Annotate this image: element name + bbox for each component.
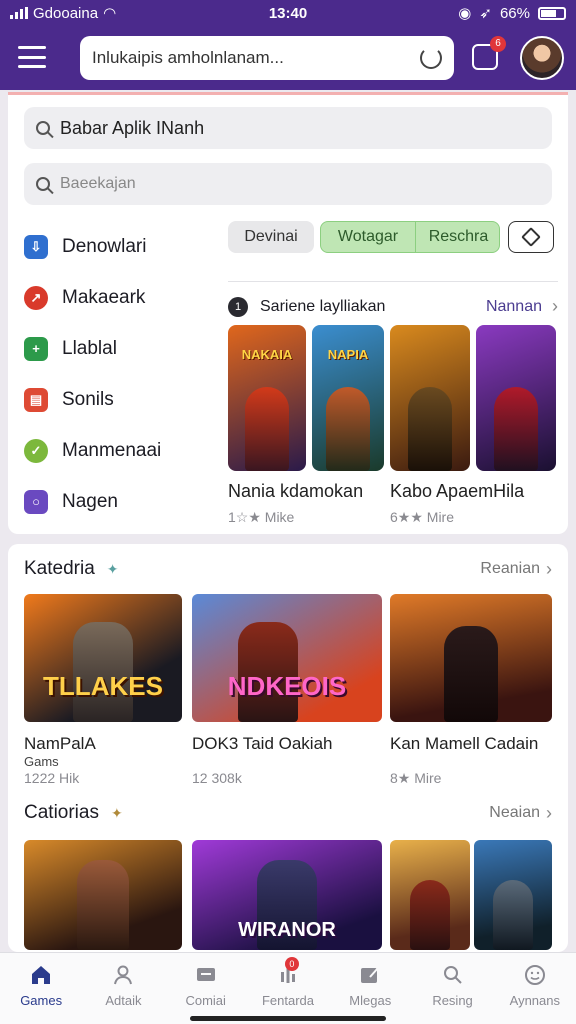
- tab-games[interactable]: Games: [0, 953, 82, 1024]
- carrier-label: Gdooaina: [33, 4, 99, 22]
- refresh-icon[interactable]: [420, 47, 442, 69]
- game-meta: 1222 Hik: [24, 770, 80, 786]
- section-title: Katedria: [24, 558, 95, 579]
- message-icon: [196, 968, 215, 981]
- status-bar: Gdooaina ◠ 13:40 ◉ ➶ 66%: [0, 0, 576, 26]
- top-search-input[interactable]: Inlukaipis amholnlanam...: [80, 36, 454, 80]
- game-banner[interactable]: [390, 840, 470, 950]
- tab-adtaik[interactable]: Adtaik: [82, 953, 164, 1024]
- wifi-icon: ◠: [103, 5, 117, 22]
- app-search-input[interactable]: Babar Aplik INanh: [24, 107, 552, 149]
- home-indicator: [190, 1016, 386, 1021]
- row-number: 1: [228, 296, 248, 317]
- category-list: ⇩ Denowlari ↗ Makaeark + Llablal ▤ Sonils ✓ M…: [24, 221, 224, 527]
- doc-icon: ▤: [24, 387, 48, 412]
- avatar[interactable]: [520, 36, 564, 80]
- game-title[interactable]: Nania kdamokan: [228, 481, 363, 502]
- category-item[interactable]: ↗ Makaeark: [24, 272, 224, 323]
- chevron-right-icon[interactable]: ›: [546, 803, 552, 824]
- game-banner[interactable]: NDKEOIS: [192, 594, 382, 722]
- game-tile[interactable]: [390, 325, 470, 471]
- category-item[interactable]: + Llablal: [24, 323, 224, 374]
- category-item[interactable]: ⇩ Denowlari: [24, 221, 224, 272]
- menu-icon[interactable]: [18, 46, 46, 68]
- battery-icon: [538, 6, 566, 20]
- chevron-right-icon[interactable]: ›: [546, 559, 552, 580]
- category-item[interactable]: ▤ Sonils: [24, 374, 224, 425]
- game-meta: 8★ Mire: [390, 770, 442, 786]
- game-tile[interactable]: NAKAIA: [228, 325, 306, 471]
- tab-mlegas[interactable]: Mlegas: [329, 953, 411, 1024]
- game-banner[interactable]: TLLAKES: [24, 594, 182, 722]
- game-tiles: NAKAIA NAPIA: [228, 325, 568, 471]
- tab-resing[interactable]: Resing: [411, 953, 493, 1024]
- game-caption: DOK3 Taid Oakiah: [192, 734, 333, 753]
- chart-icon: ↗: [24, 285, 48, 310]
- row-title: Sariene laylliakan: [260, 297, 386, 315]
- alarm-icon: ◉: [458, 5, 472, 22]
- section-row-header: 1 Sariene laylliakan Nannan ›: [228, 281, 558, 317]
- section-header: Katedria ✦ Reanian ›: [24, 558, 552, 580]
- location-icon: ➶: [479, 5, 492, 22]
- section-more-link[interactable]: Reanian: [480, 560, 540, 578]
- battery-percent: 66%: [499, 4, 530, 22]
- game-meta: 12 308k: [192, 770, 242, 786]
- tab-badge: 0: [284, 957, 299, 971]
- game-subcaption: Gams: [24, 754, 59, 769]
- section-title: Catiorias: [24, 802, 99, 823]
- game-title[interactable]: Kabo ApaemHila: [390, 481, 524, 502]
- signal-icon: [10, 7, 28, 19]
- search-heart-icon: [443, 966, 462, 984]
- tab-fentarda[interactable]: 0 Fentarda: [247, 953, 329, 1024]
- game-tile[interactable]: [476, 325, 556, 471]
- tab-comiai[interactable]: Comiai: [165, 953, 247, 1024]
- edit-icon: [361, 967, 380, 983]
- tag-button[interactable]: [508, 221, 554, 253]
- chip-devinai[interactable]: Devinai: [228, 221, 314, 253]
- game-meta: 1☆★ Mike: [228, 509, 295, 525]
- app-search-text: Babar Aplik INanh: [60, 117, 205, 138]
- content-card: Katedria ✦ Reanian › TLLAKES NDKEOIS Nam…: [8, 544, 568, 952]
- game-meta: 6★★ Mire: [390, 509, 454, 525]
- tag-icon: [521, 227, 541, 247]
- smile-icon: [524, 965, 545, 985]
- app-bar: Inlukaipis amholnlanam... 6: [0, 26, 576, 90]
- home-icon: [32, 966, 51, 984]
- game-banner[interactable]: [474, 840, 552, 950]
- chip-reschra[interactable]: Reschra: [416, 228, 501, 246]
- category-item[interactable]: ✓ Manmenaai: [24, 425, 224, 476]
- bottom-tab-bar: Games Adtaik Comiai 0 Fentarda Mlegas Re…: [0, 952, 576, 1024]
- plus-icon: +: [24, 336, 48, 361]
- secondary-search-input[interactable]: Baeekajan: [24, 163, 552, 205]
- filter-chips: Devinai Wotagar Reschra: [228, 221, 558, 255]
- section-header: Catiorias ✦ Neaian ›: [24, 802, 552, 824]
- chip-wotagar[interactable]: Wotagar: [321, 228, 415, 246]
- notification-badge: 6: [490, 36, 506, 52]
- game-tile[interactable]: NAPIA: [312, 325, 384, 471]
- section-more-link[interactable]: Neaian: [489, 804, 540, 822]
- chip-group: Wotagar Reschra: [320, 221, 500, 253]
- sparkle-icon: ✦: [110, 804, 123, 821]
- search-panel: Babar Aplik INanh Baeekajan ⇩ Denowlari ↗…: [8, 92, 568, 534]
- clock: 13:40: [268, 4, 308, 22]
- game-caption: Kan Mamell Cadain: [390, 734, 539, 753]
- secondary-search-placeholder: Baeekajan: [60, 175, 136, 192]
- game-banner[interactable]: WIRANOR: [192, 840, 382, 950]
- game-banner[interactable]: [390, 594, 552, 722]
- search-icon: [36, 121, 50, 135]
- game-caption: NamPalA: [24, 734, 96, 753]
- category-item[interactable]: ○ Nagen: [24, 476, 224, 527]
- download-icon: ⇩: [24, 234, 48, 259]
- row-link[interactable]: Nannan: [486, 298, 542, 316]
- circle-icon: ○: [24, 489, 48, 514]
- tab-aynnans[interactable]: Aynnans: [494, 953, 576, 1024]
- sparkle-icon: ✦: [106, 560, 119, 577]
- top-search-text: Inlukaipis amholnlanam...: [92, 48, 284, 67]
- search-icon: [36, 177, 50, 191]
- notification-icon[interactable]: 6: [472, 36, 506, 70]
- chevron-right-icon[interactable]: ›: [552, 296, 558, 317]
- game-banner[interactable]: [24, 840, 182, 950]
- person-icon: [114, 965, 133, 985]
- leaf-icon: ✓: [24, 438, 48, 463]
